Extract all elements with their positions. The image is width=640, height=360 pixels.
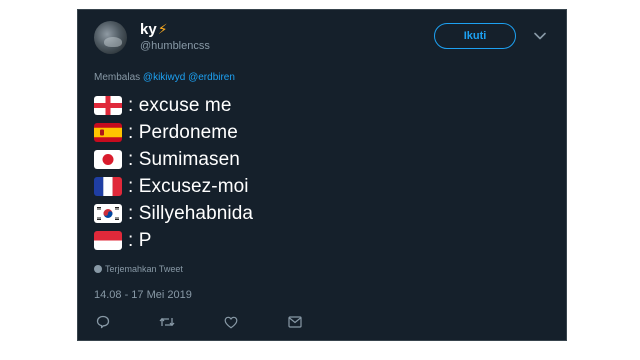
retweet-icon[interactable] <box>158 313 176 331</box>
japan-flag-icon <box>94 150 122 169</box>
tweet-actions <box>94 313 394 331</box>
tweet-line: : Sumimasen <box>94 146 253 173</box>
line-text: : Sillyehabnida <box>128 202 254 224</box>
tweet-line: : P <box>94 227 253 254</box>
user-handle[interactable]: @humblencss <box>140 40 210 52</box>
lightning-bolt-emoji: ⚡ <box>157 21 168 37</box>
tweet-body: : excuse me : Perdoneme : Sumimasen : Ex… <box>94 92 253 254</box>
spain-flag-icon <box>94 123 122 142</box>
mention-link[interactable]: @kikiwyd <box>143 72 185 83</box>
message-icon[interactable] <box>286 313 304 331</box>
display-name-text: ky <box>140 21 157 38</box>
translate-tweet-link[interactable]: Terjemahkan Tweet <box>94 264 183 274</box>
tweet-line: : Sillyehabnida <box>94 200 253 227</box>
display-name[interactable]: ky⚡ <box>140 21 168 38</box>
tweet-line: : excuse me <box>94 92 253 119</box>
like-icon[interactable] <box>222 313 240 331</box>
chevron-down-icon[interactable] <box>530 26 550 46</box>
replying-to: Membalas @kikiwyd @erdbiren <box>94 72 235 83</box>
avatar[interactable] <box>94 21 127 54</box>
line-text: : P <box>128 229 152 251</box>
tweet-card: ky⚡ @humblencss Ikuti Membalas @kikiwyd … <box>77 9 567 341</box>
follow-button[interactable]: Ikuti <box>434 23 516 49</box>
reply-prefix: Membalas <box>94 72 141 83</box>
indonesia-flag-icon <box>94 231 122 250</box>
tweet-line: : Perdoneme <box>94 119 253 146</box>
line-text: : excuse me <box>128 94 232 116</box>
line-text: : Perdoneme <box>128 121 238 143</box>
globe-icon <box>94 265 102 273</box>
south-korea-flag-icon <box>94 204 122 223</box>
mention-link[interactable]: @erdbiren <box>188 72 235 83</box>
tweet-line: : Excusez-moi <box>94 173 253 200</box>
france-flag-icon <box>94 177 122 196</box>
england-flag-icon <box>94 96 122 115</box>
line-text: : Sumimasen <box>128 148 240 170</box>
timestamp[interactable]: 14.08 - 17 Mei 2019 <box>94 289 192 301</box>
line-text: : Excusez-moi <box>128 175 249 197</box>
reply-icon[interactable] <box>94 313 112 331</box>
translate-label: Terjemahkan Tweet <box>105 264 183 274</box>
